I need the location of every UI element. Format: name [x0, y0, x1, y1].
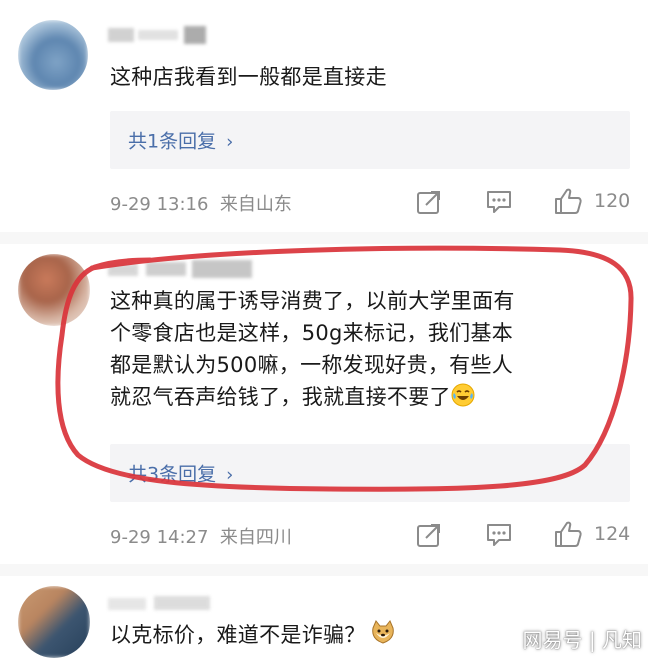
reply-summary[interactable]: 共3条回复 ›	[110, 444, 630, 502]
replies-count-label: 共1条回复	[128, 130, 217, 153]
location: 来自四川	[219, 527, 292, 548]
avatar[interactable]	[18, 20, 88, 90]
like-icon[interactable]	[553, 520, 583, 548]
comment-text: 以克标价，难道不是诈骗？	[110, 619, 396, 651]
location: 来自山东	[219, 194, 292, 215]
comment-line: 这种真的属于诱导消费了，以前大学里面有	[110, 289, 515, 313]
comment-icon[interactable]	[485, 522, 513, 548]
view-replies-link[interactable]: 共1条回复 ›	[128, 127, 233, 154]
avatar[interactable]	[18, 586, 90, 658]
like-icon[interactable]	[553, 187, 583, 215]
divider	[0, 232, 648, 244]
doge-emoji	[371, 620, 394, 644]
comment-meta: 9-29 13:16 来自山东 120	[110, 186, 630, 216]
comment-timestamp: 9-29 13:16 来自山东	[110, 190, 292, 216]
comment-meta: 9-29 14:27 来自四川 124	[110, 519, 630, 549]
reply-summary[interactable]: 共1条回复 ›	[110, 111, 630, 169]
chevron-right-icon: ›	[226, 131, 234, 153]
comment-icon[interactable]	[485, 189, 513, 215]
chevron-right-icon: ›	[226, 464, 234, 486]
comment-line: 都是默认为500嘛，一称发现好贵，有些人	[110, 353, 514, 377]
username-redacted[interactable]	[108, 592, 258, 612]
timestamp: 9-29 13:16	[110, 194, 209, 215]
timestamp: 9-29 14:27	[110, 527, 209, 548]
comment-timestamp: 9-29 14:27 来自四川	[110, 523, 292, 549]
comment-line: 个零食店也是这样，50g来标记，我们基本	[110, 321, 514, 345]
like-count: 120	[594, 190, 631, 212]
comment-line: 就忍气吞声给钱了，我就直接不要了	[110, 385, 451, 409]
like-count: 124	[594, 523, 631, 545]
replies-count-label: 共3条回复	[128, 463, 217, 486]
divider	[0, 564, 648, 576]
weibo-comment-thread: 这种店我看到一般都是直接走 共1条回复 › 9-29 13:16 来自山东 120	[0, 0, 648, 661]
view-replies-link[interactable]: 共3条回复 ›	[128, 460, 233, 487]
username-redacted[interactable]	[108, 24, 208, 44]
watermark: 网易号 | 凡知	[522, 628, 642, 652]
comment-text: 这种真的属于诱导消费了，以前大学里面有 个零食店也是这样，50g来标记，我们基本…	[110, 285, 515, 413]
username-redacted[interactable]	[108, 258, 278, 278]
repost-icon[interactable]	[416, 189, 442, 215]
comment-text: 这种店我看到一般都是直接走	[110, 65, 387, 89]
avatar[interactable]	[18, 254, 90, 326]
crying-laughing-emoji	[451, 383, 475, 407]
comment-body: 以克标价，难道不是诈骗？	[110, 623, 366, 647]
repost-icon[interactable]	[416, 522, 442, 548]
